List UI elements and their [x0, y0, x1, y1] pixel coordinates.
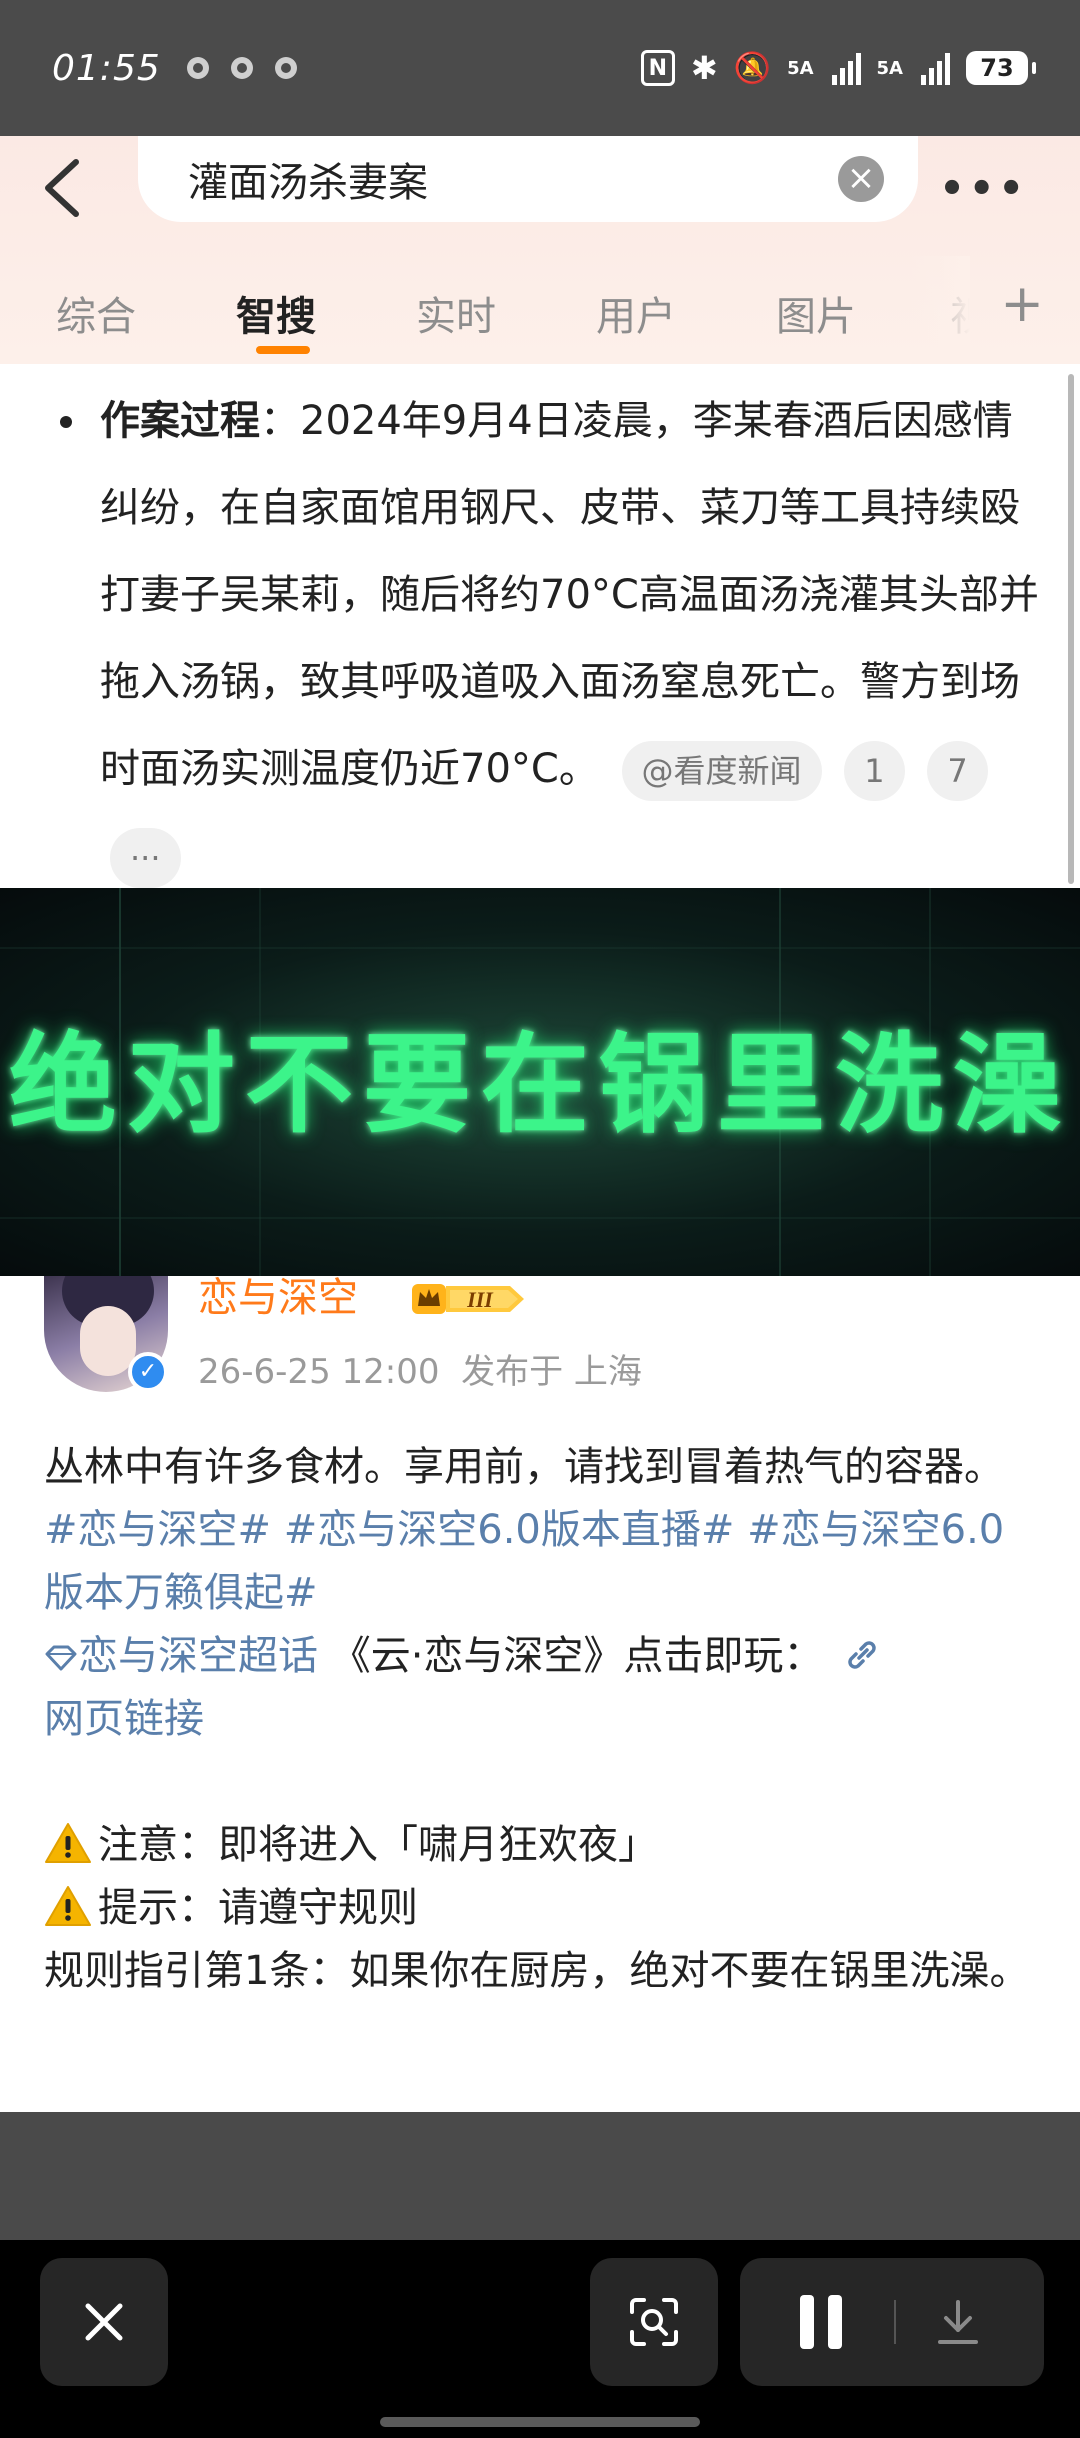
web-link[interactable]: 网页链接	[44, 1688, 1044, 1751]
tab-realtime[interactable]: 实时	[416, 284, 496, 342]
tab-users[interactable]: 用户	[596, 284, 676, 342]
post-time: 26-6-25 12:00	[198, 1352, 440, 1392]
video-banner[interactable]: 绝对不要在锅里洗澡	[0, 888, 1080, 1276]
lens-button[interactable]	[590, 2258, 718, 2386]
author-name[interactable]: 恋与深空	[198, 1276, 358, 1320]
post-hashtags[interactable]: #恋与深空# #恋与深空6.0版本直播# #恋与深空6.0版本万籁俱起#	[44, 1499, 1044, 1625]
tab-images[interactable]: 图片	[776, 284, 856, 342]
scrollbar[interactable]	[1068, 374, 1074, 884]
article-body: ：2024年9月4日凌晨，李某春酒后因感情纠纷，在自家面馆用钢尺、皮带、菜刀等工…	[100, 398, 1039, 792]
play-text: 《云·恋与深空》点击即玩：	[330, 1633, 824, 1679]
home-indicator[interactable]	[380, 2417, 700, 2427]
status-time: 01:55	[52, 47, 161, 89]
verified-icon: ✓	[128, 1352, 168, 1392]
notice-text: 注意：即将进入「啸月狂欢夜」	[98, 1822, 658, 1868]
mute-icon: 🔕	[733, 50, 772, 86]
warning-icon	[45, 1886, 91, 1926]
chevron-left-icon	[45, 159, 79, 217]
add-tab-icon[interactable]: +	[1000, 274, 1044, 334]
post-location: 发布于 上海	[461, 1352, 642, 1392]
notification-icon	[274, 57, 297, 79]
clear-icon[interactable]: ×	[838, 156, 884, 202]
level-badge-icon: III	[412, 1284, 524, 1314]
search-header: 灌面汤杀妻案 × ••• 综合 智搜 实时 用户 图片 视 +	[0, 136, 1080, 364]
close-button[interactable]	[40, 2258, 168, 2386]
warning-icon	[45, 1823, 91, 1863]
search-input[interactable]: 灌面汤杀妻案 ×	[138, 136, 918, 222]
search-tabs: 综合 智搜 实时 用户 图片 视 +	[0, 256, 1080, 356]
status-bar: 01:55 N ✱ 🔕 5A 5A 73	[0, 0, 1080, 136]
pause-button[interactable]	[800, 2295, 842, 2349]
signal-icon	[921, 51, 950, 85]
close-icon	[85, 2303, 123, 2341]
active-tab-indicator	[256, 346, 310, 354]
more-icon[interactable]: •••	[939, 166, 1028, 212]
article-text: 作案过程：2024年9月4日凌晨，李某春酒后因感情纠纷，在自家面馆用钢尺、皮带、…	[100, 378, 1050, 900]
notification-icon	[230, 57, 253, 79]
notification-icons	[186, 57, 297, 79]
back-button[interactable]	[40, 156, 100, 226]
post-meta: 26-6-25 12:00 发布于 上海	[198, 1344, 642, 1393]
battery-icon: 73	[966, 51, 1036, 85]
reference-2[interactable]: 7	[927, 741, 988, 801]
bullet	[60, 416, 72, 428]
notification-icon	[186, 57, 209, 79]
article-snippet: 作案过程：2024年9月4日凌晨，李某春酒后因感情纠纷，在自家面馆用钢尺、皮带、…	[0, 364, 1080, 888]
signal-icon	[831, 51, 861, 85]
post-body: 丛林中有许多食材。享用前，请找到冒着热气的容器。 #恋与深空# #恋与深空6.0…	[44, 1436, 1044, 2003]
bluetooth-icon: ✱	[690, 49, 718, 87]
rule-text: 规则指引第1条：如果你在厨房，绝对不要在锅里洗澡。	[44, 1948, 1030, 1994]
download-icon[interactable]	[932, 2296, 984, 2348]
nfc-icon: N	[640, 50, 675, 86]
recording-controls	[740, 2258, 1044, 2386]
screenshot-toolbar	[0, 2240, 1080, 2438]
supertopic-link[interactable]: 恋与深空超话	[44, 1633, 318, 1679]
source-tag[interactable]: @看度新闻	[621, 741, 822, 801]
article-heading: 作案过程	[100, 398, 260, 444]
sim2-label: 5A	[876, 57, 903, 79]
sim1-label: 5A	[787, 57, 814, 79]
screenshot-preview: 灌面汤杀妻案 × ••• 综合 智搜 实时 用户 图片 视 + 作案过程：202…	[0, 136, 1080, 2112]
diamond-icon	[45, 1645, 77, 1671]
svg-text:III: III	[466, 1287, 494, 1312]
banner-text: 绝对不要在锅里洗澡	[8, 1023, 1071, 1148]
search-query: 灌面汤杀妻案	[188, 160, 428, 206]
post-line-1: 丛林中有许多食材。享用前，请找到冒着热气的容器。	[44, 1444, 1004, 1490]
weibo-post: ✓ 恋与深空 III 26-6-25 12:00 发布于 上海 丛林中有许多食材…	[0, 1276, 1080, 2112]
more-references[interactable]: ···	[110, 828, 181, 888]
scan-search-icon	[630, 2298, 678, 2346]
tab-all[interactable]: 综合	[56, 284, 136, 342]
reference-1[interactable]: 1	[844, 741, 905, 801]
tab-smart-search[interactable]: 智搜	[236, 284, 316, 342]
link-icon	[848, 1641, 876, 1669]
tip-text: 提示：请遵守规则	[98, 1885, 418, 1931]
